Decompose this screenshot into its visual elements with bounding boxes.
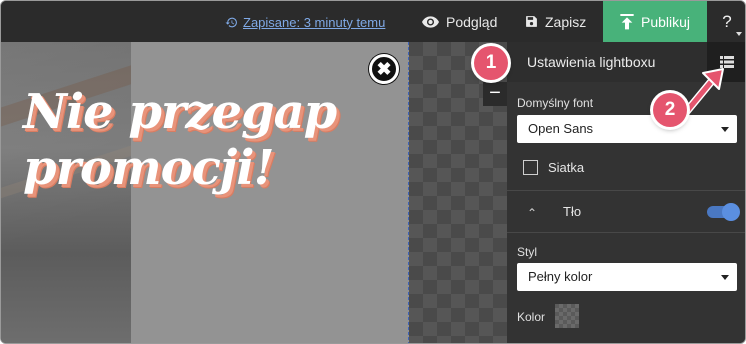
callout-badge-1: 1 — [474, 46, 508, 80]
preview-button[interactable]: Podgląd — [422, 1, 497, 42]
background-section: ⌃ Tło — [507, 192, 745, 232]
top-bar: Zapisane: 3 minuty temu Podgląd Zapisz P… — [1, 1, 745, 42]
default-font-value: Open Sans — [528, 121, 594, 136]
callout-arrow-icon — [683, 68, 724, 115]
style-select[interactable]: Pełny kolor — [517, 263, 737, 291]
save-label: Zapisz — [545, 13, 587, 30]
saved-status-link[interactable]: Zapisane: 3 minuty temu — [225, 13, 385, 31]
caret-down-icon — [721, 127, 729, 132]
help-label: ? — [722, 11, 732, 31]
default-font-label: Domyślny font — [517, 96, 594, 110]
background-label: Tło — [563, 204, 582, 219]
caret-down-icon — [736, 32, 742, 36]
publish-button[interactable]: Publikuj — [603, 1, 707, 42]
grid-checkbox[interactable] — [523, 160, 538, 175]
history-icon — [225, 17, 237, 27]
style-value: Pełny kolor — [528, 269, 593, 284]
floppy-disk-icon — [526, 16, 537, 27]
close-lightbox-icon[interactable]: ✖ — [369, 54, 399, 84]
save-button[interactable]: Zapisz — [525, 1, 586, 42]
divider — [507, 232, 745, 233]
help-button[interactable]: ? — [707, 1, 745, 42]
grid-label: Siatka — [548, 160, 585, 175]
divider — [507, 190, 745, 191]
headline-line-2: promocji! — [23, 140, 275, 196]
grid-toggle[interactable]: Siatka — [523, 160, 584, 175]
headline-text[interactable]: Nie przegap promocji! — [23, 84, 403, 196]
headline-line-1: Nie przegap — [23, 84, 337, 140]
color-swatch[interactable] — [555, 304, 579, 328]
upload-icon — [620, 13, 634, 29]
default-font-select[interactable]: Open Sans — [517, 115, 737, 143]
eye-icon — [422, 15, 439, 28]
callout-badge-2: 2 — [653, 93, 687, 127]
background-toggle[interactable] — [707, 203, 740, 221]
color-label: Kolor — [517, 310, 546, 324]
preview-label: Podgląd — [446, 13, 498, 30]
toggle-knob — [722, 203, 740, 221]
publish-label: Publikuj — [640, 13, 691, 30]
lightbox-canvas[interactable]: Nie przegap promocji! ✖ — [1, 42, 409, 343]
style-label: Styl — [517, 245, 538, 259]
chevron-up-icon[interactable]: ⌃ — [527, 206, 537, 220]
zoom-out-button[interactable]: − — [483, 82, 507, 106]
saved-status-text: Zapisane: 3 minuty temu — [243, 14, 386, 30]
settings-panel-title: Ustawienia lightboxu — [527, 54, 656, 70]
editor-window: Zapisane: 3 minuty temu Podgląd Zapisz P… — [0, 0, 746, 344]
caret-down-icon — [721, 275, 729, 280]
